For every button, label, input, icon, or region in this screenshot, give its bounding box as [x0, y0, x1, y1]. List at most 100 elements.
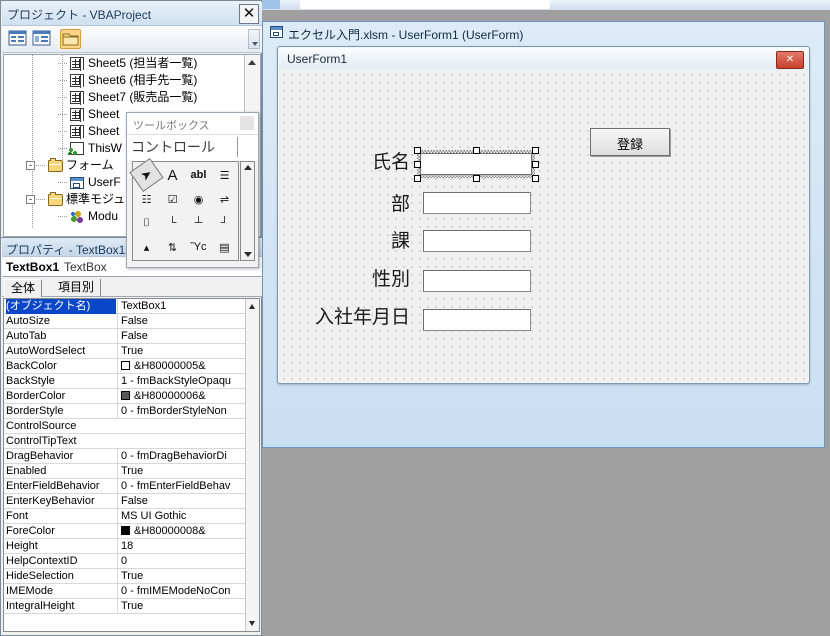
form-label[interactable]: 性別 [332, 264, 410, 291]
tab-controls[interactable]: コントロール [131, 137, 215, 157]
resize-handle[interactable] [531, 174, 539, 182]
tree-item[interactable]: Sheet6 (相手先一覧) [4, 72, 260, 89]
property-value[interactable]: False [117, 329, 245, 344]
tab-alphabetic[interactable]: 全体 [4, 279, 43, 297]
property-value[interactable]: True [117, 569, 245, 584]
property-value[interactable]: 0 - fmBorderStyleNon [117, 404, 245, 419]
close-icon[interactable]: ✕ [239, 4, 259, 24]
property-row[interactable]: AutoSize False [4, 314, 259, 329]
frame-tool[interactable]: ⌷ [134, 211, 159, 235]
form-label[interactable]: 部 [332, 189, 410, 216]
view-object-button[interactable] [32, 29, 53, 49]
scrollbar-tool[interactable]: ▴ [134, 235, 159, 259]
property-value[interactable]: 1 - fmBackStyleOpaqu [117, 374, 245, 389]
property-row[interactable]: IntegralHeight True [4, 599, 259, 614]
property-row[interactable]: AutoTab False [4, 329, 259, 344]
togglebutton-tool[interactable]: ⇌ [212, 187, 237, 211]
label-tool[interactable]: A [160, 163, 185, 187]
tree-item[interactable]: Sheet7 (販売品一覧) [4, 89, 260, 106]
chevron-down-icon[interactable] [244, 252, 252, 257]
combobox-tool[interactable]: ☰ [212, 163, 237, 187]
property-row[interactable]: ForeColor &H80000008& [4, 524, 259, 539]
textbox-bu[interactable] [423, 192, 531, 214]
property-value[interactable]: True [117, 599, 245, 614]
optionbutton-tool[interactable]: ◉ [186, 187, 211, 211]
close-icon[interactable] [240, 116, 254, 130]
property-value[interactable]: TextBox1 [117, 299, 245, 314]
property-value[interactable]: 18 [117, 539, 245, 554]
property-value[interactable]: &H80000006& [117, 389, 245, 404]
tree-expander[interactable]: - [26, 161, 35, 170]
project-toolbar-overflow[interactable] [248, 29, 260, 49]
property-row[interactable]: BackStyle 1 - fmBackStyleOpaqu [4, 374, 259, 389]
view-code-button[interactable] [8, 29, 29, 49]
commandbutton-tool[interactable]: └ [160, 211, 185, 235]
spinbutton-tool[interactable]: ⇅ [160, 235, 185, 259]
property-row[interactable]: AutoWordSelect True [4, 344, 259, 359]
textbox-seibetsu[interactable] [423, 270, 531, 292]
property-value[interactable]: 0 - fmEnterFieldBehav [117, 479, 245, 494]
property-value[interactable]: &H80000008& [117, 524, 245, 539]
property-row[interactable]: HideSelection True [4, 569, 259, 584]
property-row[interactable]: EnterFieldBehavior 0 - fmEnterFieldBehav [4, 479, 259, 494]
toggle-folders-button[interactable] [60, 29, 81, 49]
property-row[interactable]: (オブジェクト名) TextBox1 [4, 299, 259, 314]
toolbox-scrollbar[interactable] [240, 161, 255, 261]
resize-handle[interactable] [413, 160, 421, 168]
textbox-nyusha[interactable] [423, 309, 531, 331]
textbox-tool[interactable]: abl [186, 163, 211, 187]
properties-scrollbar[interactable] [245, 299, 259, 631]
property-row[interactable]: BorderColor &H80000006& [4, 389, 259, 404]
resize-handle[interactable] [472, 146, 480, 154]
listbox-tool[interactable]: ☷ [134, 187, 159, 211]
close-icon[interactable]: ✕ [776, 51, 804, 69]
property-row[interactable]: ControlTipText [4, 434, 259, 449]
tabstrip-tool[interactable]: ┴ [186, 211, 211, 235]
property-value[interactable]: False [117, 494, 245, 509]
property-row[interactable]: BorderStyle 0 - fmBorderStyleNon [4, 404, 259, 419]
property-value[interactable]: 0 - fmDragBehaviorDi [117, 449, 245, 464]
property-row[interactable]: BackColor &H80000005& [4, 359, 259, 374]
form-label[interactable]: 氏名 [332, 147, 410, 174]
chevron-up-icon[interactable] [249, 304, 255, 309]
property-row[interactable]: HelpContextID 0 [4, 554, 259, 569]
tree-expander[interactable]: - [26, 195, 35, 204]
multipage-tool[interactable]: ┘ [212, 211, 237, 235]
resize-handle[interactable] [472, 174, 480, 182]
chevron-up-icon[interactable] [248, 60, 256, 65]
property-row[interactable]: Enabled True [4, 464, 259, 479]
form-label[interactable]: 入社年月日 [284, 302, 410, 329]
tree-item[interactable]: Sheet5 (担当者一覧) [4, 55, 260, 72]
property-value[interactable]: 0 [117, 554, 245, 569]
property-value[interactable]: True [117, 464, 245, 479]
property-value[interactable]: False [117, 314, 245, 329]
properties-grid[interactable]: (オブジェクト名) TextBox1 AutoSize False AutoTab Fal… [3, 298, 260, 632]
checkbox-tool[interactable]: ☑ [160, 187, 185, 211]
resize-handle[interactable] [413, 174, 421, 182]
refedit-tool[interactable]: ▤ [212, 235, 237, 259]
property-value[interactable]: &H80000005& [117, 359, 245, 374]
property-row[interactable]: Height 18 [4, 539, 259, 554]
property-row[interactable]: IMEMode 0 - fmIMEModeNoCon [4, 584, 259, 599]
register-button[interactable]: 登録 [590, 128, 670, 156]
property-row[interactable]: DragBehavior 0 - fmDragBehaviorDi [4, 449, 259, 464]
chevron-up-icon[interactable] [244, 165, 252, 170]
form-label[interactable]: 課 [332, 226, 410, 253]
property-row[interactable]: Font MS UI Gothic [4, 509, 259, 524]
property-row[interactable]: ControlSource [4, 419, 259, 434]
resize-handle[interactable] [413, 146, 421, 154]
toolbar-chip-3[interactable] [300, 0, 550, 9]
userform-canvas[interactable]: 氏名部課性別入社年月日 登録 [279, 70, 808, 382]
property-value[interactable]: True [117, 344, 245, 359]
property-value[interactable]: 0 - fmIMEModeNoCon [117, 584, 245, 599]
property-row[interactable]: EnterKeyBehavior False [4, 494, 259, 509]
textbox-ka[interactable] [423, 230, 531, 252]
toolbox-control-grid[interactable]: ➤ Aabl ☰ ☷ ☑ ◉ ⇌ ⌷ └ ┴ ┘ ▴ ⇅ Ὓc ▤ [129, 158, 239, 261]
tab-categorized[interactable]: 項目別 [52, 279, 102, 297]
resize-handle[interactable] [531, 160, 539, 168]
resize-handle[interactable] [531, 146, 539, 154]
image-tool[interactable]: Ὓc [186, 235, 211, 259]
textbox-shimei[interactable] [420, 153, 532, 175]
chevron-down-icon[interactable] [249, 621, 255, 626]
property-value[interactable]: MS UI Gothic [117, 509, 245, 524]
